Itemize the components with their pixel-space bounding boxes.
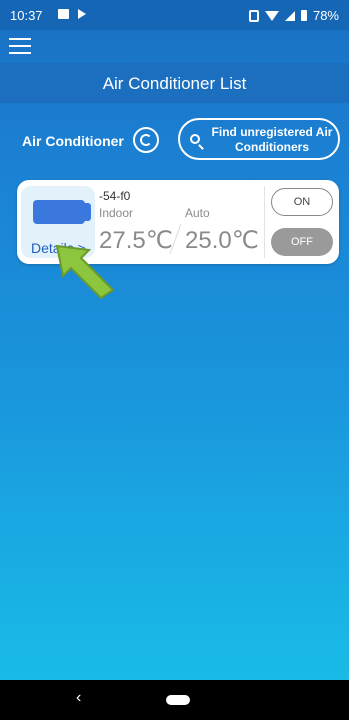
section-label: Air Conditioner: [22, 133, 124, 149]
app-screen: 10:37 78% Air Conditioner List Air Condi…: [0, 0, 349, 720]
battery-icon: [300, 10, 307, 21]
status-time: 10:37: [10, 8, 43, 23]
unit-shape: [33, 200, 91, 224]
status-bar: 10:37 78%: [0, 0, 349, 30]
indoor-label: Indoor: [99, 206, 134, 220]
refresh-icon[interactable]: [133, 127, 159, 153]
set-temperature: 25.0℃: [185, 227, 259, 254]
home-icon[interactable]: [166, 695, 190, 705]
back-icon[interactable]: ‹: [76, 689, 81, 707]
device-id: -54-f0: [99, 189, 131, 203]
power-off-button[interactable]: OFF: [271, 228, 333, 256]
battery-percentage: 78%: [312, 8, 339, 23]
section-header: Air Conditioner Find unregistered Air Co…: [0, 118, 349, 162]
tap-pointer-icon: [55, 244, 115, 300]
card-divider: [264, 186, 265, 258]
mode-label: Auto: [185, 206, 210, 220]
power-on-button[interactable]: ON: [271, 188, 333, 216]
find-unregistered-button[interactable]: Find unregistered Air Conditioners: [178, 118, 340, 160]
page-title: Air Conditioner List: [102, 74, 247, 93]
vibrate-icon: [248, 9, 259, 22]
image-notification-icon: [58, 9, 69, 19]
play-notification-icon: [78, 9, 86, 19]
menu-icon[interactable]: [9, 38, 31, 56]
search-icon: [190, 134, 200, 144]
title-bar: Air Conditioner List: [0, 63, 349, 103]
find-button-label: Find unregistered Air Conditioners: [211, 125, 333, 154]
navigation-bar: ‹: [0, 680, 349, 720]
cellular-signal-icon: [284, 10, 295, 21]
wifi-icon: [264, 10, 279, 21]
status-icons: 78%: [248, 8, 339, 23]
